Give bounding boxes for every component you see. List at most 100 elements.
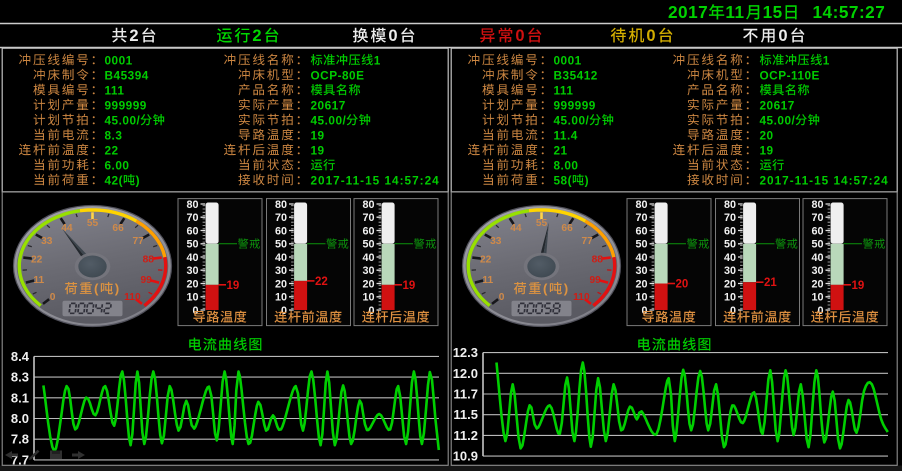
svg-text:8.0: 8.0 xyxy=(11,411,29,426)
svg-text:22: 22 xyxy=(480,255,492,266)
svg-text:80: 80 xyxy=(362,199,374,211)
svg-text:19: 19 xyxy=(311,143,325,157)
svg-text:10: 10 xyxy=(186,292,198,304)
svg-text:OCP-110E: OCP-110E xyxy=(760,68,820,82)
svg-text:(: ( xyxy=(94,281,100,296)
svg-text:0: 0 xyxy=(778,27,789,45)
svg-text:11: 11 xyxy=(33,275,44,286)
svg-text:50: 50 xyxy=(811,239,823,251)
svg-text:2: 2 xyxy=(252,27,263,45)
svg-text:10: 10 xyxy=(635,292,647,304)
svg-text:19: 19 xyxy=(311,128,325,142)
svg-text:12.3: 12.3 xyxy=(453,345,478,360)
svg-text:19: 19 xyxy=(403,280,416,292)
svg-text:B45394: B45394 xyxy=(105,68,149,82)
svg-text:20: 20 xyxy=(676,279,689,291)
svg-text:20: 20 xyxy=(362,278,374,290)
svg-text:19: 19 xyxy=(852,280,865,292)
svg-text:99: 99 xyxy=(141,275,153,286)
svg-text:110: 110 xyxy=(124,292,141,303)
svg-text:45.00/: 45.00/ xyxy=(554,113,590,127)
svg-text:11: 11 xyxy=(725,2,744,22)
svg-text:22: 22 xyxy=(315,276,328,288)
svg-text:40: 40 xyxy=(275,252,287,264)
svg-text:20: 20 xyxy=(724,278,736,290)
svg-text:): ) xyxy=(564,281,570,296)
svg-text:11: 11 xyxy=(482,275,493,286)
svg-text:50: 50 xyxy=(724,239,736,251)
svg-text:70: 70 xyxy=(362,212,374,224)
svg-text:14:57:27: 14:57:27 xyxy=(813,2,886,22)
svg-text:6.00: 6.00 xyxy=(105,158,130,172)
svg-text:999999: 999999 xyxy=(554,98,596,112)
svg-text:15: 15 xyxy=(763,2,783,22)
svg-text:50: 50 xyxy=(635,239,647,251)
svg-text:110: 110 xyxy=(573,292,590,303)
svg-text:60: 60 xyxy=(186,225,198,237)
svg-text:58(: 58( xyxy=(554,173,573,187)
svg-text:60: 60 xyxy=(275,225,287,237)
svg-text:66: 66 xyxy=(561,223,573,234)
svg-text:88: 88 xyxy=(143,255,155,266)
svg-text:): ) xyxy=(136,173,140,187)
svg-text:12.0: 12.0 xyxy=(453,366,478,381)
svg-text:60: 60 xyxy=(811,225,823,237)
svg-text:30: 30 xyxy=(635,265,647,277)
svg-text:60: 60 xyxy=(724,225,736,237)
svg-text:111: 111 xyxy=(105,83,125,97)
svg-text:20617: 20617 xyxy=(311,98,346,112)
svg-text:77: 77 xyxy=(133,236,145,247)
svg-text:8.3: 8.3 xyxy=(105,128,123,142)
svg-text:70: 70 xyxy=(811,212,823,224)
svg-text:(: ( xyxy=(543,281,549,296)
svg-text:20: 20 xyxy=(760,128,774,142)
svg-text:45.00/: 45.00/ xyxy=(760,113,796,127)
svg-text:33: 33 xyxy=(490,236,502,247)
svg-text:20: 20 xyxy=(186,278,198,290)
svg-text:40: 40 xyxy=(724,252,736,264)
svg-text:20: 20 xyxy=(635,278,647,290)
svg-text:80: 80 xyxy=(275,199,287,211)
svg-text:0: 0 xyxy=(499,292,505,303)
svg-text:70: 70 xyxy=(186,212,198,224)
svg-text:19: 19 xyxy=(227,280,240,292)
svg-text:40: 40 xyxy=(362,252,374,264)
svg-text:88: 88 xyxy=(592,255,604,266)
svg-text:60: 60 xyxy=(362,225,374,237)
svg-text:0: 0 xyxy=(646,27,657,45)
svg-text:): ) xyxy=(585,173,589,187)
svg-text:40: 40 xyxy=(811,252,823,264)
svg-text:2017-11-15 14:57:24: 2017-11-15 14:57:24 xyxy=(760,173,889,187)
svg-text:30: 30 xyxy=(186,265,198,277)
svg-text:55: 55 xyxy=(87,218,99,229)
svg-text:0001: 0001 xyxy=(105,53,133,67)
svg-text:0001: 0001 xyxy=(554,53,582,67)
svg-text:11.4: 11.4 xyxy=(554,128,578,142)
svg-text:OCP-80E: OCP-80E xyxy=(311,68,365,82)
svg-text:8.4: 8.4 xyxy=(11,349,30,364)
svg-text:80: 80 xyxy=(186,199,198,211)
svg-text:70: 70 xyxy=(724,212,736,224)
svg-text:80: 80 xyxy=(635,199,647,211)
svg-text:30: 30 xyxy=(811,265,823,277)
svg-text:80: 80 xyxy=(724,199,736,211)
svg-text:0: 0 xyxy=(50,292,56,303)
svg-text:30: 30 xyxy=(362,265,374,277)
svg-text:45.00/: 45.00/ xyxy=(311,113,347,127)
svg-text:30: 30 xyxy=(275,265,287,277)
svg-text:44: 44 xyxy=(510,223,522,234)
svg-text:10: 10 xyxy=(724,292,736,304)
svg-text:60: 60 xyxy=(635,225,647,237)
svg-text:B35412: B35412 xyxy=(554,68,598,82)
svg-text:8.3: 8.3 xyxy=(11,370,29,385)
svg-text:19: 19 xyxy=(760,143,774,157)
svg-text:44: 44 xyxy=(61,223,73,234)
svg-text:80: 80 xyxy=(811,199,823,211)
svg-text:77: 77 xyxy=(582,236,594,247)
svg-text:21: 21 xyxy=(764,277,777,289)
svg-text:20: 20 xyxy=(275,278,287,290)
svg-text:10.9: 10.9 xyxy=(453,449,478,464)
svg-text:1: 1 xyxy=(374,53,381,67)
svg-text:2: 2 xyxy=(129,27,140,45)
svg-text:111: 111 xyxy=(554,83,574,97)
